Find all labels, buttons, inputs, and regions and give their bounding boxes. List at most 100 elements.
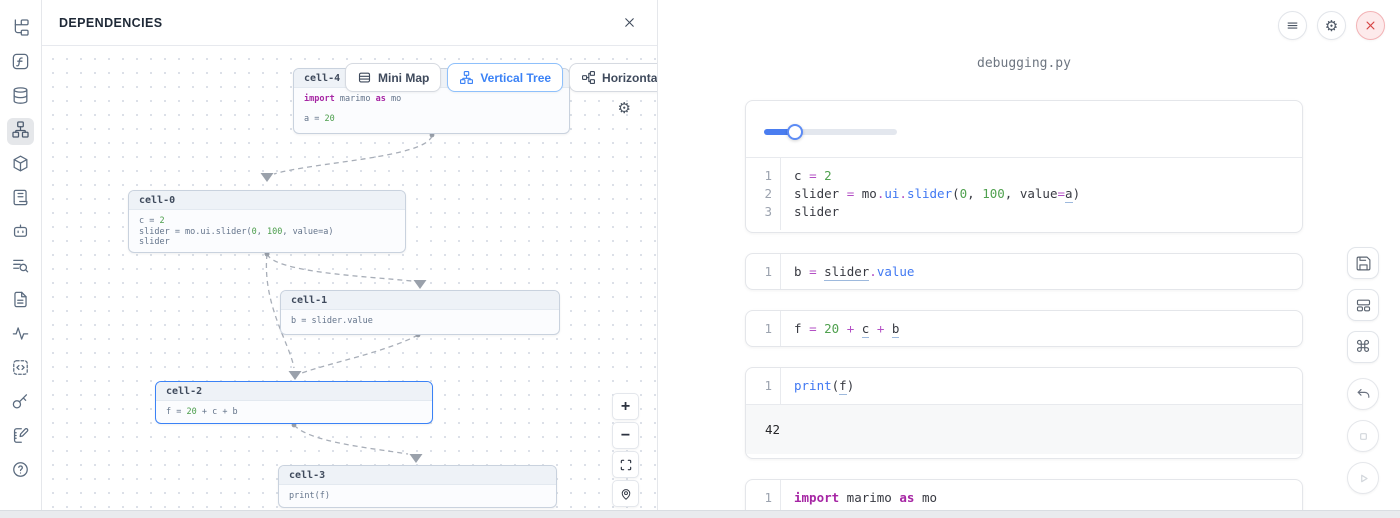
save-button[interactable] <box>1347 247 1379 279</box>
node-title: cell-3 <box>279 466 556 485</box>
node-title: cell-1 <box>281 291 559 310</box>
htree-icon <box>581 70 596 85</box>
button-label: Vertical Tree <box>480 71 551 85</box>
minimap-icon <box>357 70 372 85</box>
graph-node-cell-0[interactable]: cell-0c = 2slider = mo.ui.slider(0, 100,… <box>128 190 406 253</box>
tree-icon <box>11 18 30 42</box>
settings-button[interactable]: ⚙ <box>1317 11 1346 40</box>
command-icon: ⌘ <box>1355 337 1371 357</box>
graph-node-cell-3[interactable]: cell-3print(f) <box>278 465 557 508</box>
horizontal-tree-button[interactable]: Horizontal Tree <box>569 63 657 92</box>
code-editor[interactable]: 1print(f) <box>746 368 1302 404</box>
sidebar-item-documentation[interactable] <box>7 254 34 281</box>
status-footer-bar <box>0 510 1400 518</box>
panel-title: DEPENDENCIES <box>59 16 618 30</box>
code-editor[interactable]: 1b = slider.value <box>746 254 1302 290</box>
slider-thumb[interactable] <box>787 124 803 140</box>
code-editor[interactable]: 1 f = 20 + c + b <box>746 311 1302 347</box>
minus-icon: − <box>621 427 630 445</box>
sidebar-item-logs[interactable] <box>7 186 34 213</box>
mini-map-button[interactable]: Mini Map <box>345 63 441 92</box>
vtree-icon <box>459 70 474 85</box>
sidebar-item-chat[interactable] <box>7 220 34 247</box>
menu-button[interactable] <box>1278 11 1307 40</box>
code-editor[interactable]: 123c = 2slider = mo.ui.slider(0, 100, va… <box>746 158 1302 230</box>
dependency-graph-canvas[interactable]: Mini Map Vertical Tree Horizontal Tree ⚙ c… <box>42 46 657 511</box>
zoom-out-button[interactable]: − <box>612 422 639 449</box>
sidebar-item-functions[interactable] <box>7 50 34 77</box>
slider-track[interactable] <box>764 129 897 135</box>
edge-cell-0-to-cell-1 <box>267 254 412 281</box>
code-line: b = slider.value <box>794 263 1302 281</box>
sidebar-item-notes[interactable] <box>7 424 34 451</box>
sidebar-item-datasources[interactable] <box>7 84 34 111</box>
code-lines[interactable]: c = 2slider = mo.ui.slider(0, 100, value… <box>780 158 1302 230</box>
layout-button[interactable] <box>1347 289 1379 321</box>
sidebar-item-secrets[interactable] <box>7 390 34 417</box>
bot-icon <box>11 222 30 246</box>
notebook-cell-b-cell: 1b = slider.value <box>745 253 1303 290</box>
undo-button[interactable] <box>1347 378 1379 410</box>
keyboard-shortcuts-button[interactable]: ⌘ <box>1347 331 1379 363</box>
graph-node-cell-2[interactable]: cell-2 f = 20 + c + b <box>155 381 433 424</box>
activity-sidebar <box>0 0 42 518</box>
sidebar-item-scratchpad-cell[interactable] <box>7 356 34 383</box>
node-title: cell-2 <box>156 382 432 401</box>
shutdown-button[interactable] <box>1356 11 1385 40</box>
stop-button <box>1347 420 1379 452</box>
vertical-tree-button[interactable]: Vertical Tree <box>447 63 563 92</box>
func-icon <box>11 52 30 76</box>
code-lines[interactable]: b = slider.value <box>780 254 1302 290</box>
doc-icon <box>11 290 30 314</box>
sidebar-item-file-explorer[interactable] <box>7 16 34 43</box>
code-line: f = 20 + c + b <box>166 407 422 418</box>
node-code: f = 20 + c + b <box>156 401 432 424</box>
graph-zoom-controls: +− <box>612 393 639 507</box>
node-code: print(f) <box>279 485 556 508</box>
listsearch-icon <box>11 256 30 280</box>
node-code: b = slider.value <box>281 310 559 333</box>
sidebar-item-tracing[interactable] <box>7 322 34 349</box>
dependencies-panel: DEPENDENCIES Mini Map Vertical Tree Horizo… <box>42 0 658 518</box>
code-line: b = slider.value <box>291 316 549 327</box>
box-icon <box>11 154 30 178</box>
code-lines[interactable]: print(f) <box>780 368 1302 404</box>
notebook-cell-print-cell: 1print(f)42 <box>745 367 1303 459</box>
graph-settings-gear-icon[interactable]: ⚙ <box>618 99 631 117</box>
edge-arrowhead-icon <box>414 280 427 289</box>
fit-icon <box>619 458 633 472</box>
sidebar-item-packages[interactable] <box>7 152 34 179</box>
code-line: a = 20 <box>304 114 559 125</box>
notebook-side-actions: ⌘ <box>1347 247 1379 494</box>
code-lines[interactable]: f = 20 + c + b <box>780 311 1302 347</box>
edge-arrowhead-icon <box>261 173 274 182</box>
help-icon <box>11 460 30 484</box>
layout-icon <box>1355 297 1372 314</box>
close-panel-button[interactable] <box>618 12 640 34</box>
code-line: import marimo as mo <box>304 94 559 105</box>
line-numbers: 1 <box>746 368 780 404</box>
line-numbers: 1 <box>746 311 780 347</box>
edge-cell-4-to-cell-0 <box>274 136 432 174</box>
graph-node-cell-1[interactable]: cell-1 b = slider.value <box>280 290 560 335</box>
notebook-filename: debugging.py <box>745 56 1303 71</box>
edge-cell-2-to-cell-3 <box>294 425 408 454</box>
scroll-icon <box>11 188 30 212</box>
fit-view-button[interactable] <box>612 451 639 478</box>
marimo-app: DEPENDENCIES Mini Map Vertical Tree Horizo… <box>0 0 1400 518</box>
dependencies-panel-header: DEPENDENCIES <box>42 0 657 46</box>
code-line: slider = mo.ui.slider(0, 100, value=a) <box>139 227 395 238</box>
code-line: slider = mo.ui.slider(0, 100, value=a) <box>794 185 1302 203</box>
toggle-interactivity-button[interactable] <box>612 480 639 507</box>
pin-icon <box>619 487 633 501</box>
sidebar-item-snippets[interactable] <box>7 288 34 315</box>
sidebar-item-dependencies[interactable] <box>7 118 34 145</box>
node-title: cell-0 <box>129 191 405 210</box>
sidebar-item-help[interactable] <box>7 458 34 485</box>
notebook-cell-slider-cell: 123c = 2slider = mo.ui.slider(0, 100, va… <box>745 100 1303 233</box>
key-icon <box>11 392 30 416</box>
edge-cell-1-to-cell-2 <box>302 335 418 373</box>
code-line: slider <box>139 237 395 248</box>
zoom-in-button[interactable]: + <box>612 393 639 420</box>
code-line: f = 20 + c + b <box>794 320 1302 338</box>
